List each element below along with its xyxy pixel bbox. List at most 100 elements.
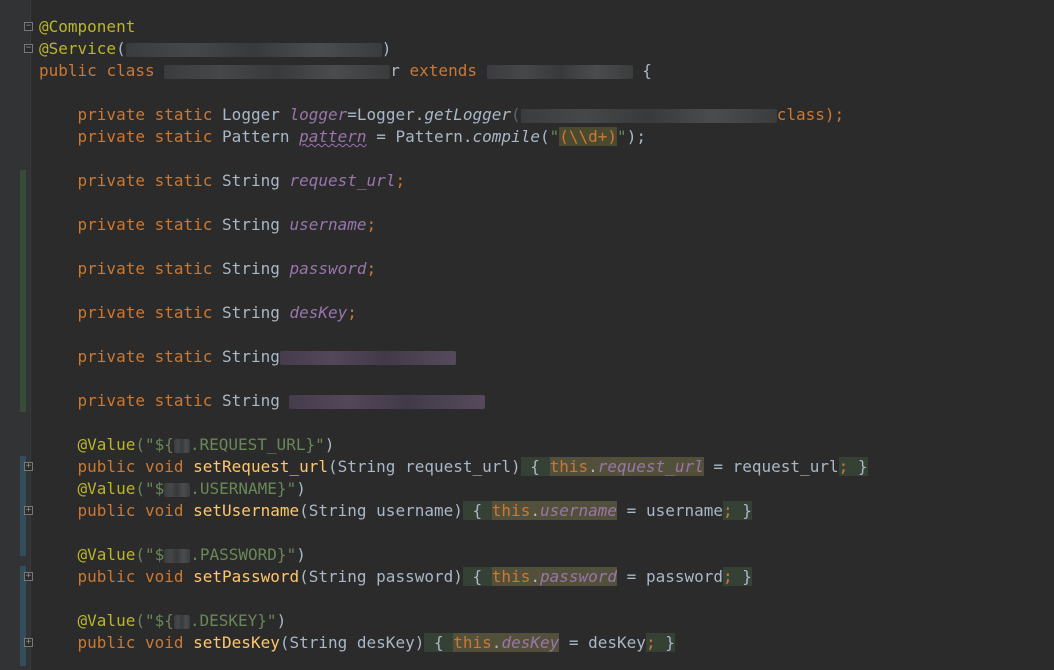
string-literal: ("${ [135,611,174,630]
field-name: logger [289,105,348,124]
annotation: @Service [39,39,117,58]
keyword: private [77,215,145,234]
method-call: getLogger [424,105,512,124]
dot: . [491,633,502,652]
string-literal: .USERNAME}" [190,479,297,498]
redacted-text [173,438,190,453]
method-name: setDesKey [193,633,280,652]
code-line: private static String request_url; [39,170,406,192]
brace: { [472,501,483,520]
fold-expand-icon[interactable]: + [24,572,33,581]
folded-body[interactable]: { [520,457,550,476]
code-line: public void setPassword(String password)… [39,566,752,588]
redacted-text [164,64,391,79]
folded-body[interactable]: ; } [723,567,752,586]
type-name: String [222,391,280,410]
method-name: setRequest_url [193,457,328,476]
code-line: @Component [39,16,135,38]
paren: ( [539,127,550,146]
field-name: request_url [289,171,396,190]
keyword: private [77,347,145,366]
dot: . [588,457,598,476]
folded-body[interactable]: this.password [491,567,618,586]
type-name: String [222,215,280,234]
parameter-ref: username [645,501,723,520]
fold-expand-icon[interactable]: + [24,638,33,647]
folded-body[interactable]: { [462,501,492,520]
keyword: static [154,259,213,278]
keyword: private [77,259,145,278]
redacted-text [173,614,190,629]
parameters: (String password) [299,567,463,586]
redacted-text [279,350,456,365]
keyword: static [154,303,213,322]
parameters: (String desKey) [279,633,425,652]
code-line: private static String password; [39,258,377,280]
field-name: password [289,259,367,278]
folded-body[interactable]: this.desKey [453,633,560,652]
paren: ) [276,611,287,630]
semicolon: ; [838,457,849,476]
fold-expand-icon[interactable]: + [24,462,33,471]
keyword: void [144,567,184,586]
parameters: (String request_url) [328,457,521,476]
folded-body[interactable]: { [462,567,492,586]
folded-body[interactable]: ; } [645,633,675,652]
string-literal: " [617,127,627,146]
regex-literal: (\\d+) [559,127,618,146]
code-text: ); [626,127,646,146]
keyword: static [154,171,213,190]
type-name: String [222,303,280,322]
field-name: username [539,501,618,520]
keyword: this [491,567,531,586]
keyword: static [154,215,213,234]
paren: ) [296,545,306,564]
code-line: @Service() [39,38,391,60]
keyword: private [77,391,145,410]
parameters: (String username) [299,501,463,520]
semicolon: ; [347,303,357,322]
brace: { [472,567,483,586]
keyword: extends [409,61,477,80]
keyword: static [154,391,213,410]
field-name: username [289,215,367,234]
method-name: setUsername [193,501,300,520]
code-line: public class r extends { [39,60,652,82]
code-line: public void setUsername(String username)… [39,500,752,522]
redacted-text [486,64,633,79]
string-literal: ("$ [135,479,165,498]
fold-collapse-icon[interactable]: − [24,44,33,53]
folded-body[interactable]: { [424,633,454,652]
paren: ) [296,479,306,498]
field-name: pattern [299,127,367,146]
dot: . [530,567,540,586]
keyword: public [77,633,136,652]
field-name: desKey [289,303,348,322]
editor-gutter: − − + + + + [0,0,33,670]
parameter-ref: password [645,567,723,586]
semicolon: ; [366,259,377,278]
redacted-text [289,394,486,409]
fold-collapse-icon[interactable]: − [24,22,33,31]
code-text: =Logger. [347,105,425,124]
brace: { [642,61,652,80]
folded-body[interactable]: this.request_url [549,457,704,476]
redacted-text [125,42,382,57]
vcs-change-marker[interactable] [20,566,26,666]
operator: = [559,633,589,652]
code-line: public void setRequest_url(String reques… [39,456,868,478]
fold-expand-icon[interactable]: + [24,506,33,515]
dot: . [530,501,540,520]
folded-body[interactable]: this.username [491,501,618,520]
folded-body[interactable]: ; } [723,501,752,520]
keyword: private [77,127,145,146]
vcs-change-marker[interactable] [20,170,26,412]
brace: } [857,457,868,476]
keyword: class [106,61,155,80]
string-literal: .DESKEY}" [189,611,277,630]
keyword: static [154,127,213,146]
paren: ( [511,105,521,124]
folded-body[interactable]: ; } [838,457,868,476]
operator: = [617,501,646,520]
semicolon: ; [366,215,377,234]
